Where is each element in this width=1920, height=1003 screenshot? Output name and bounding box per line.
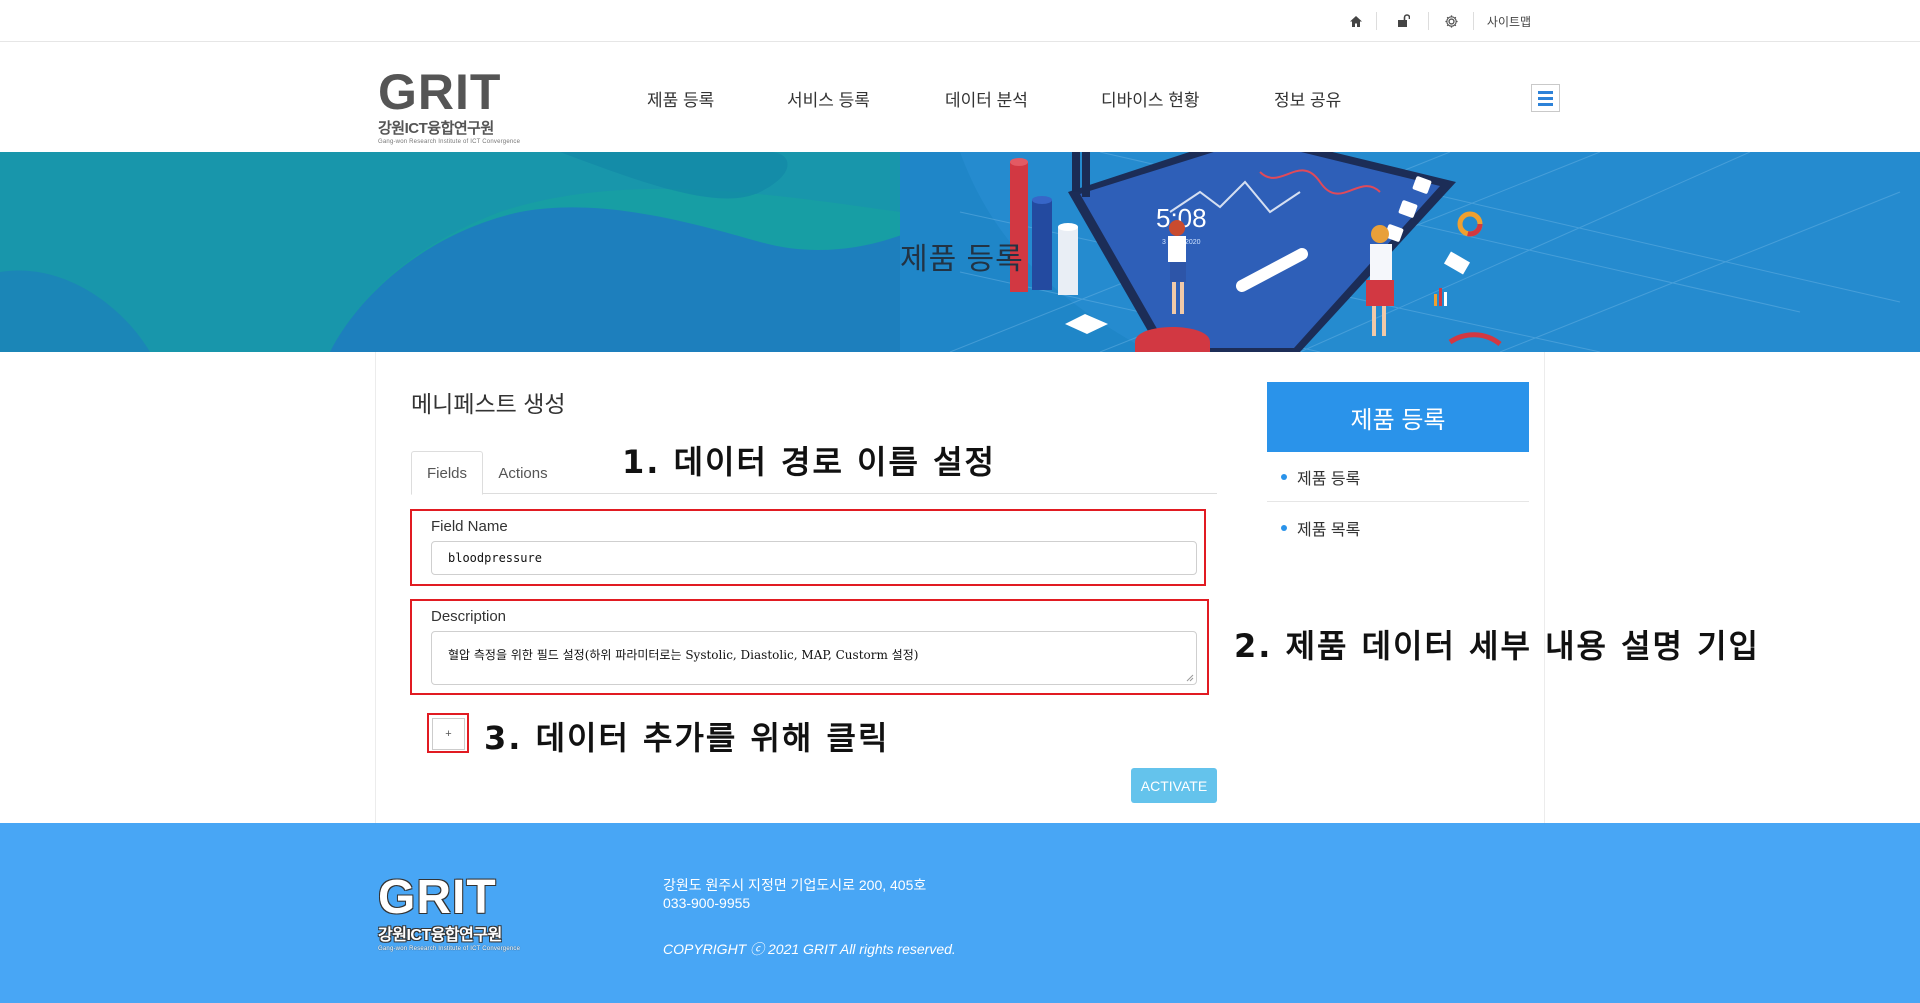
field-name-label: Field Name: [431, 518, 508, 535]
footer-copyright: COPYRIGHT ⓒ 2021 GRIT All rights reserve…: [663, 941, 956, 957]
bullet-icon: [1281, 525, 1287, 531]
menu-bar: [1538, 96, 1553, 100]
tab-fields[interactable]: Fields: [411, 451, 483, 495]
bullet-icon: [1281, 474, 1287, 480]
sidebar-item-product-list[interactable]: 제품 목록: [1267, 503, 1529, 553]
annotation-step-3: 3. 데이터 추가를 위해 클릭: [484, 719, 890, 757]
description-textarea[interactable]: 혈압 측정을 위한 필드 설정(하위 파라미터로는 Systolic, Dias…: [431, 631, 1197, 685]
sidebar-item-product-register[interactable]: 제품 등록: [1267, 452, 1529, 502]
footer-logo: GRIT 강원ICT융합연구원 Gang-won Research Instit…: [378, 871, 521, 953]
annotation-step-1: 1. 데이터 경로 이름 설정: [622, 443, 996, 481]
nav-data-analysis[interactable]: 데이터 분석: [945, 86, 1028, 111]
activate-button[interactable]: ACTIVATE: [1131, 768, 1217, 803]
sidebar-item-label: 제품 등록: [1297, 470, 1361, 488]
footer-logo-english-name: Gang-won Research Institute of ICT Conve…: [378, 946, 521, 952]
annotation-step-2: 2. 제품 데이터 세부 내용 설명 기입: [1234, 627, 1760, 665]
menu-bar: [1538, 90, 1553, 94]
footer-logo-korean-name: 강원ICT융합연구원: [378, 927, 502, 944]
nav-service-register[interactable]: 서비스 등록: [787, 86, 870, 111]
sidebar-item-label: 제품 목록: [1297, 522, 1361, 539]
banner-title: 제품 등록: [900, 243, 1024, 276]
lock-icon[interactable]: [1394, 9, 1412, 33]
field-name-input[interactable]: bloodpressure: [431, 541, 1197, 575]
description-label: Description: [431, 608, 507, 625]
footer-phone: 033-900-9955: [663, 895, 751, 911]
site-header: GRIT 강원ICT융합연구원 Gang-won Research Instit…: [0, 43, 1920, 152]
grit-logo[interactable]: GRIT 강원ICT융합연구원 Gang-won Research Instit…: [378, 67, 528, 147]
divider: [1376, 12, 1377, 30]
footer-logo-wordmark: GRIT: [378, 871, 497, 924]
home-icon[interactable]: [1347, 9, 1365, 33]
page-heading: 메니페스트 생성: [411, 391, 566, 417]
logo-english-name: Gang-won Research Institute of ICT Conve…: [378, 139, 521, 145]
footer-address: 강원도 원주시 지정면 기업도시로 200, 405호: [663, 877, 927, 893]
resize-handle-icon[interactable]: [1186, 674, 1194, 682]
nav-info-share[interactable]: 정보 공유: [1274, 86, 1341, 111]
gear-icon[interactable]: [1442, 9, 1460, 33]
description-text: 혈압 측정을 위한 필드 설정(하위 파라미터로는 Systolic, Dias…: [448, 648, 919, 662]
top-utility-bar: 사이트맵: [0, 0, 1920, 42]
logo-wordmark: GRIT: [378, 64, 502, 120]
site-footer: GRIT 강원ICT융합연구원 Gang-won Research Instit…: [0, 823, 1920, 1003]
page-banner: 5:08 3 June 2020: [0, 152, 1920, 352]
divider: [1473, 12, 1474, 30]
add-field-button[interactable]: +: [432, 718, 465, 750]
nav-product-register[interactable]: 제품 등록: [647, 86, 714, 111]
logo-korean-name: 강원ICT융합연구원: [378, 120, 494, 137]
hamburger-menu-button[interactable]: [1531, 84, 1560, 112]
nav-device-status[interactable]: 디바이스 현황: [1101, 86, 1200, 111]
sidebar-title: 제품 등록: [1267, 382, 1529, 452]
divider: [1428, 12, 1429, 30]
menu-bar: [1538, 102, 1553, 106]
tab-actions[interactable]: Actions: [483, 451, 563, 495]
sitemap-link[interactable]: 사이트맵: [1484, 9, 1534, 33]
